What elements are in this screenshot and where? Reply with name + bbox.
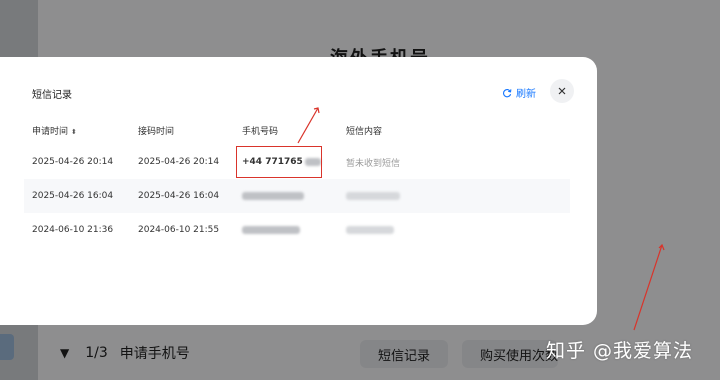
watermark: 知乎 @我爱算法 <box>546 340 694 362</box>
annotation-arrows <box>297 107 665 331</box>
